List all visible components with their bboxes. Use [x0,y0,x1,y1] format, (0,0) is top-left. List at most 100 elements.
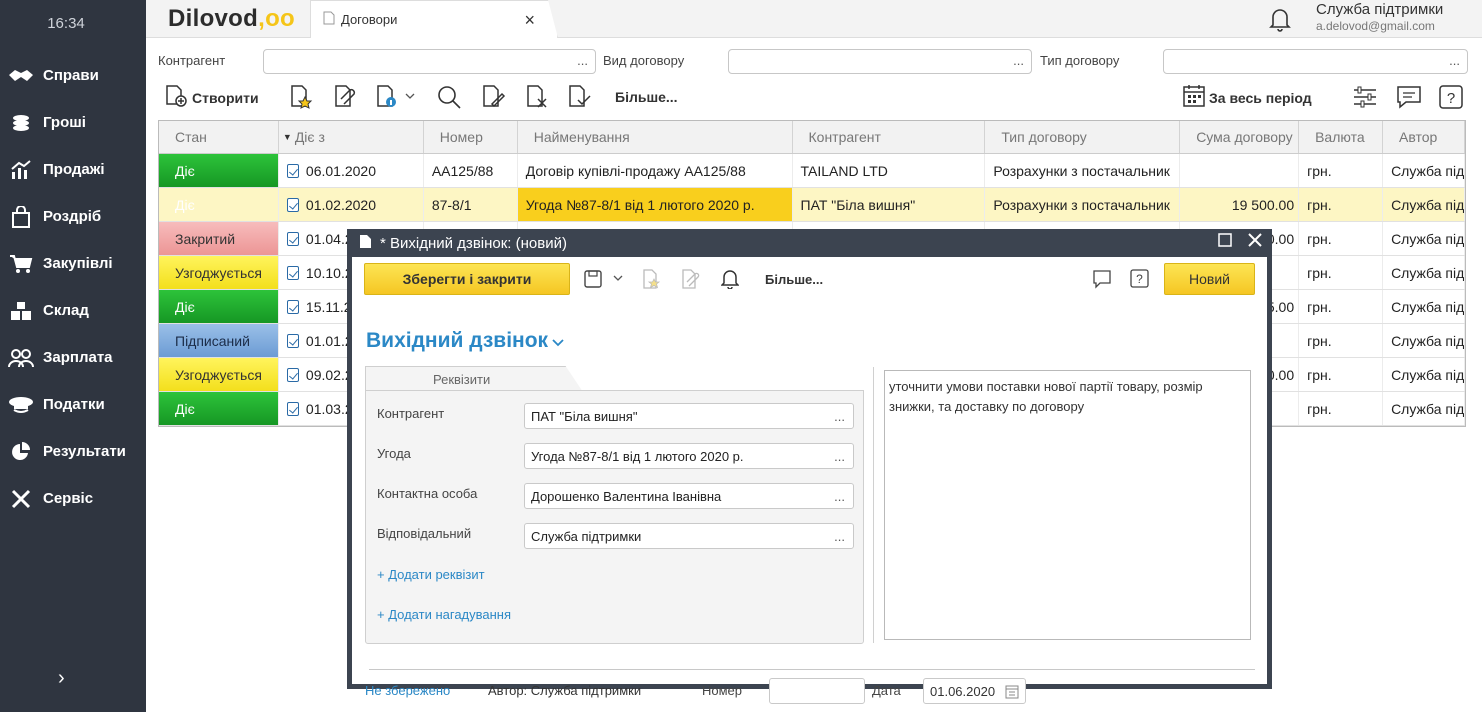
currency-cell[interactable]: грн. [1299,256,1384,289]
currency-cell[interactable]: грн. [1299,290,1384,323]
close-tab-icon[interactable]: × [524,10,535,31]
sidebar-item-podatky[interactable]: Податки [0,381,146,428]
agreement-field[interactable]: Угода №87-8/1 від 1 лютого 2020 р.... [524,443,854,469]
status-cell[interactable]: Діє [159,154,279,187]
currency-cell[interactable]: грн. [1299,188,1384,221]
sidebar-item-prodazhi[interactable]: Продажі [0,146,146,193]
currency-cell[interactable]: грн. [1299,222,1384,255]
bell-icon[interactable] [1268,6,1292,35]
table-row[interactable]: Діє 01.02.2020 87-8/1 Угода №87-8/1 від 1 л… [159,188,1465,222]
column-header[interactable]: Стан [159,121,279,153]
amount-cell[interactable]: 19 500.00 [1180,188,1300,221]
column-header[interactable]: Валюта [1299,121,1384,153]
status-cell[interactable]: Підписаний [159,324,279,357]
contract-type-cell[interactable]: Розрахунки з постачальник [985,188,1181,221]
author-cell[interactable]: Служба під [1383,290,1465,323]
date-cell[interactable]: 06.01.2020 [279,154,424,187]
status-cell[interactable]: Узгоджується [159,358,279,391]
attach-icon[interactable] [680,269,700,292]
name-cell[interactable]: Договір купівлі-продажу AA125/88 [518,154,793,187]
sidebar-item-sklad[interactable]: Склад [0,287,146,334]
author-cell[interactable]: Служба під [1383,324,1465,357]
number-input[interactable] [769,678,865,704]
status-cell[interactable]: Діє [159,188,279,221]
number-cell[interactable]: 87-8/1 [424,188,518,221]
contract-type-cell[interactable]: Розрахунки з постачальник [985,154,1181,187]
column-header[interactable]: Найменування [518,121,793,153]
sidebar-item-zakupivli[interactable]: Закупівлі [0,240,146,287]
bell-icon[interactable] [720,269,740,292]
author-cell[interactable]: Служба під [1383,222,1465,255]
amount-cell[interactable] [1180,154,1300,187]
column-header[interactable]: Сума договору [1180,121,1300,153]
author-cell[interactable]: Служба під [1383,392,1465,425]
sidebar-item-rozdrib[interactable]: Роздріб [0,193,146,240]
dialog-more-button[interactable]: Більше... [765,272,823,287]
comment-icon[interactable] [1396,84,1422,110]
currency-cell[interactable]: грн. [1299,392,1384,425]
column-header[interactable]: Номер [424,121,518,153]
tab-contracts[interactable]: Договори × [310,0,558,38]
sidebar-item-spravy[interactable]: Справи [0,52,146,99]
approve-document-icon[interactable] [566,84,592,110]
not-saved-link[interactable]: Не збережено [365,683,450,698]
save-and-close-button[interactable]: Зберегти і закрити [364,263,570,295]
status-cell[interactable]: Узгоджується [159,256,279,289]
author-cell[interactable]: Служба під [1383,358,1465,391]
calendar-icon[interactable] [1005,684,1019,702]
contract-type-filter-input[interactable]: ... [1163,49,1468,74]
column-header-sorted[interactable]: ▼ Діє з [279,121,424,153]
comment-icon[interactable] [1092,269,1112,292]
column-header[interactable]: Контрагент [793,121,986,153]
counterparty-filter-input[interactable]: ... [263,49,596,74]
sidebar-item-zarplata[interactable]: Зарплата [0,334,146,381]
table-row[interactable]: Діє 06.01.2020 AA125/88 Договір купівлі-про… [159,154,1465,188]
new-button[interactable]: Новий [1164,263,1255,295]
sidebar-item-servis[interactable]: Сервіс [0,475,146,522]
name-cell[interactable]: Угода №87-8/1 від 1 лютого 2020 р. [517,188,793,221]
counterparty-field[interactable]: ПАТ "Біла вишня"... [524,403,854,429]
settings-sliders-icon[interactable] [1352,84,1378,110]
favorite-icon[interactable] [641,269,661,292]
date-cell[interactable]: 01.02.2020 [279,188,424,221]
attach-document-icon[interactable] [332,84,358,110]
info-document-icon[interactable] [376,84,416,110]
help-icon[interactable]: ? [1130,269,1150,292]
author-cell[interactable]: Служба під [1383,154,1465,187]
date-input[interactable]: 01.06.2020 [923,678,1026,704]
counterparty-cell[interactable]: TAILAND LTD [793,154,986,187]
add-attribute-link[interactable]: + Додати реквізит [377,567,485,582]
contract-kind-filter-input[interactable]: ... [728,49,1032,74]
tab-requisites[interactable]: Реквізити [365,366,583,392]
edit-document-icon[interactable] [480,84,506,110]
delete-document-icon[interactable] [524,84,550,110]
help-icon[interactable]: ? [1438,84,1464,110]
dialog-heading[interactable]: Вихідний дзвінок [366,329,564,353]
create-button[interactable]: Створити [164,84,259,111]
sidebar-item-groshi[interactable]: Гроші [0,99,146,146]
status-cell[interactable]: Діє [159,290,279,323]
status-cell[interactable]: Закритий [159,222,279,255]
favorite-document-icon[interactable] [288,84,314,110]
sidebar-item-rezultaty[interactable]: Результати [0,428,146,475]
currency-cell[interactable]: грн. [1299,324,1384,357]
author-cell[interactable]: Служба під [1383,188,1465,221]
user-info[interactable]: Служба підтримки a.delovod@gmail.com [1316,1,1443,33]
more-button[interactable]: Більше... [615,89,678,105]
responsible-field[interactable]: Служба підтримки... [524,523,854,549]
save-dropdown-icon[interactable] [584,269,628,292]
maximize-icon[interactable] [1218,233,1232,250]
author-cell[interactable]: Служба під [1383,256,1465,289]
column-header[interactable]: Тип договору [985,121,1181,153]
add-reminder-link[interactable]: + Додати нагадування [377,607,511,622]
currency-cell[interactable]: грн. [1299,154,1384,187]
note-textarea[interactable]: уточнити умови поставки нової партії тов… [884,370,1251,640]
period-button[interactable]: За весь період [1183,84,1312,111]
sidebar-expand-button[interactable]: › [58,667,65,690]
status-cell[interactable]: Діє [159,392,279,425]
search-icon[interactable] [436,84,462,110]
currency-cell[interactable]: грн. [1299,358,1384,391]
contact-person-field[interactable]: Дорошенко Валентина Іванівна... [524,483,854,509]
column-header[interactable]: Автор [1383,121,1465,153]
counterparty-cell[interactable]: ПАТ "Біла вишня" [793,188,986,221]
